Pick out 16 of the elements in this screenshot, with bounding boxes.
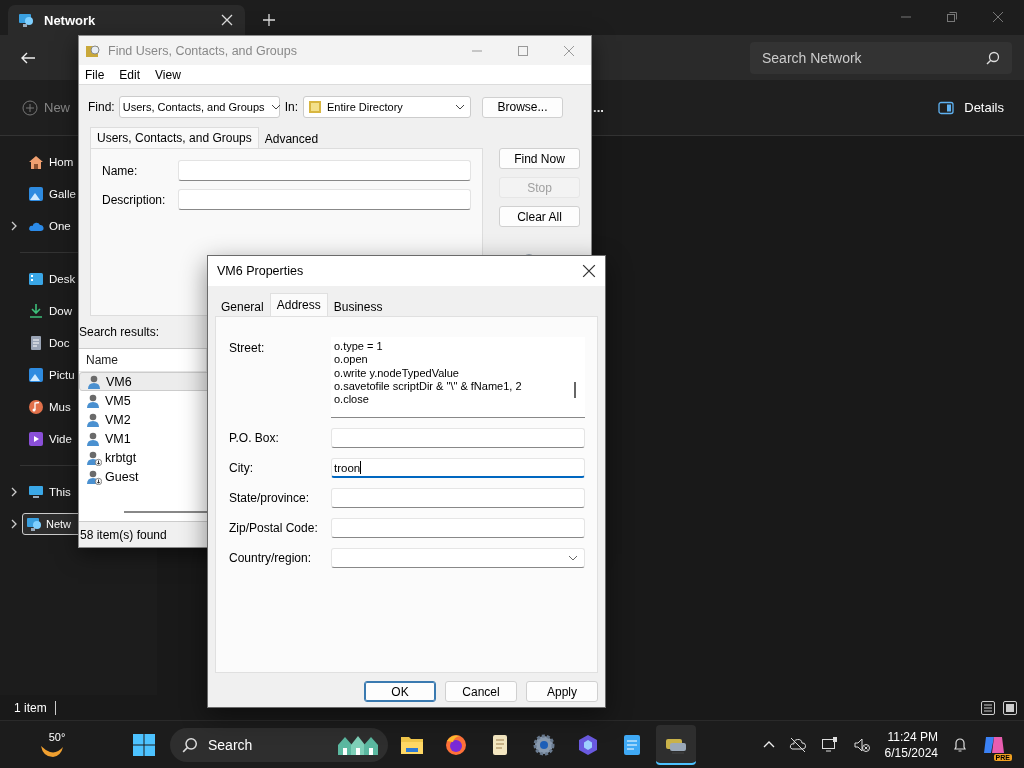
temperature: 50° bbox=[48, 731, 66, 743]
field-label: Name: bbox=[102, 163, 139, 178]
window-title: VM6 Properties bbox=[217, 264, 304, 278]
field-label: Country/region: bbox=[229, 551, 313, 565]
results-label: Search results: bbox=[79, 325, 161, 339]
field-label: P.O. Box: bbox=[229, 431, 280, 445]
field-label: In: bbox=[284, 100, 299, 114]
item-count: 1 item bbox=[14, 700, 56, 715]
result-count: 58 item(s) found bbox=[80, 527, 167, 542]
field-label: State/province: bbox=[229, 491, 311, 505]
field-label: City: bbox=[229, 461, 254, 475]
field-label: Description: bbox=[102, 192, 167, 207]
field-label: Find: bbox=[88, 100, 115, 114]
window-title: Find Users, Contacts, and Groups bbox=[108, 43, 297, 58]
field-label: Street: bbox=[229, 341, 266, 355]
field-label: Zip/Postal Code: bbox=[229, 521, 319, 535]
